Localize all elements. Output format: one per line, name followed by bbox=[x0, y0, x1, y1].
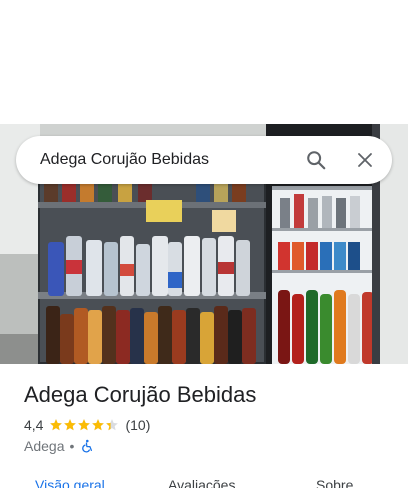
clear-search-button[interactable] bbox=[351, 146, 379, 174]
star-icon bbox=[64, 419, 77, 431]
review-count[interactable]: (10) bbox=[125, 417, 150, 433]
separator-dot: • bbox=[69, 438, 75, 454]
star-icon bbox=[92, 419, 105, 431]
place-tabs: Visão geral Avaliações Sobre bbox=[0, 472, 408, 488]
rating-value: 4,4 bbox=[24, 417, 44, 433]
search-icon bbox=[307, 151, 326, 170]
top-blank-area bbox=[0, 0, 408, 124]
star-icon bbox=[78, 419, 91, 431]
star-icon bbox=[106, 419, 119, 431]
star-rating bbox=[49, 418, 119, 432]
place-name: Adega Corujão Bebidas bbox=[24, 382, 257, 407]
place-meta: Adega • bbox=[24, 437, 94, 455]
tab-reviews[interactable]: Avaliações bbox=[168, 477, 235, 488]
tab-about[interactable]: Sobre bbox=[316, 477, 353, 488]
place-category: Adega bbox=[24, 438, 65, 454]
tab-overview[interactable]: Visão geral bbox=[35, 477, 105, 488]
wheelchair-icon bbox=[82, 439, 93, 453]
rating-row[interactable]: 4,4 (10) bbox=[24, 416, 150, 434]
search-button[interactable] bbox=[302, 146, 330, 174]
close-icon bbox=[358, 153, 372, 167]
search-bar[interactable]: Adega Corujão Bebidas bbox=[16, 136, 392, 184]
star-icon bbox=[50, 419, 63, 431]
search-query-text[interactable]: Adega Corujão Bebidas bbox=[40, 136, 209, 184]
